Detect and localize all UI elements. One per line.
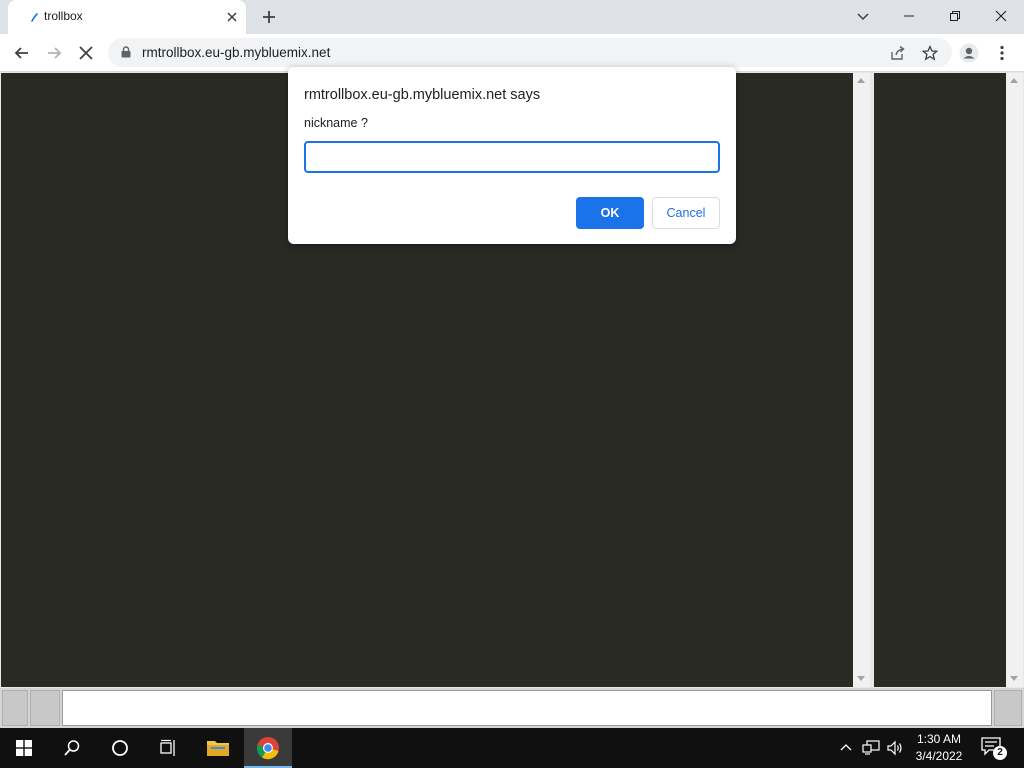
clock-time: 1:30 AM — [916, 732, 962, 746]
cortana-circle-icon — [112, 740, 128, 756]
minimize-button[interactable] — [886, 0, 932, 32]
task-view-button[interactable] — [144, 728, 192, 768]
back-arrow-icon — [14, 47, 28, 59]
close-tab-icon[interactable] — [224, 9, 240, 25]
url-text[interactable]: rmtrollbox.eu-gb.mybluemix.net — [142, 45, 330, 60]
scroll-down-icon[interactable] — [857, 676, 865, 681]
new-tab-icon[interactable] — [260, 8, 278, 26]
file-explorer-button[interactable] — [194, 728, 242, 768]
scroll-up-icon[interactable] — [1010, 78, 1018, 83]
prompt-dialog: rmtrollbox.eu-gb.mybluemix.net says nick… — [288, 67, 736, 244]
close-icon — [995, 10, 1007, 22]
tab-strip: trollbox — [0, 0, 1024, 34]
chrome-icon — [256, 737, 279, 760]
send-button[interactable] — [994, 690, 1022, 726]
cortana-button[interactable] — [96, 728, 144, 768]
dialog-message: nickname ? — [304, 116, 368, 130]
address-bar[interactable]: rmtrollbox.eu-gb.mybluemix.net — [108, 38, 952, 67]
tab-search-button[interactable] — [840, 0, 886, 32]
search-icon — [64, 740, 80, 756]
browser-tab[interactable]: trollbox — [8, 0, 246, 34]
search-button[interactable] — [48, 728, 96, 768]
stop-loading-button[interactable] — [75, 42, 97, 64]
share-icon — [891, 45, 905, 60]
folder-icon — [207, 741, 229, 756]
chrome-taskbar-button[interactable] — [244, 728, 292, 768]
users-scrollbar[interactable] — [1006, 73, 1023, 687]
bookmark-button[interactable] — [920, 43, 940, 63]
scroll-down-icon[interactable] — [1010, 676, 1018, 681]
star-icon — [922, 45, 938, 61]
minimize-icon — [904, 15, 914, 17]
action-center-button[interactable]: 2 — [980, 736, 1007, 760]
notification-count-badge: 2 — [993, 746, 1007, 760]
users-list-area[interactable] — [874, 73, 1006, 687]
share-button[interactable] — [888, 43, 908, 63]
show-hidden-icons-button[interactable] — [836, 738, 856, 758]
tab-title: trollbox — [44, 9, 83, 23]
dialog-title: rmtrollbox.eu-gb.mybluemix.net says — [304, 87, 541, 103]
clock-date: 3/4/2022 — [915, 749, 963, 763]
restore-button[interactable] — [932, 0, 978, 32]
close-window-button[interactable] — [978, 0, 1024, 32]
chevron-down-icon — [857, 13, 869, 21]
forward-arrow-icon — [48, 47, 62, 59]
network-button[interactable] — [861, 738, 881, 758]
forward-button[interactable] — [43, 42, 65, 64]
cancel-button[interactable]: Cancel — [652, 197, 720, 229]
profile-button[interactable] — [958, 42, 980, 64]
ok-button[interactable]: OK — [576, 197, 644, 229]
more-vert-icon — [1000, 45, 1004, 61]
nickname-input[interactable] — [304, 141, 720, 173]
taskbar: 1:30 AM 3/4/2022 2 — [0, 728, 1024, 768]
chevron-up-icon — [840, 744, 852, 751]
toolbar-button-1[interactable] — [2, 690, 28, 726]
start-button[interactable] — [0, 728, 48, 768]
volume-button[interactable] — [885, 738, 905, 758]
message-input[interactable] — [62, 690, 992, 726]
loading-favicon-icon — [31, 13, 38, 22]
chat-scrollbar[interactable] — [853, 73, 870, 687]
windows-logo-icon — [16, 740, 32, 756]
scroll-up-icon[interactable] — [857, 78, 865, 83]
restore-icon — [950, 11, 960, 21]
avatar-icon — [959, 43, 979, 63]
message-bar — [0, 688, 1024, 728]
network-icon — [862, 740, 880, 755]
task-view-icon — [160, 739, 175, 756]
lock-icon[interactable] — [121, 46, 131, 58]
clock[interactable]: 1:30 AM 3/4/2022 — [904, 731, 974, 765]
toolbar-button-2[interactable] — [30, 690, 60, 726]
stop-icon — [79, 46, 93, 60]
back-button[interactable] — [11, 42, 33, 64]
speaker-icon — [887, 740, 902, 756]
menu-button[interactable] — [991, 42, 1013, 64]
